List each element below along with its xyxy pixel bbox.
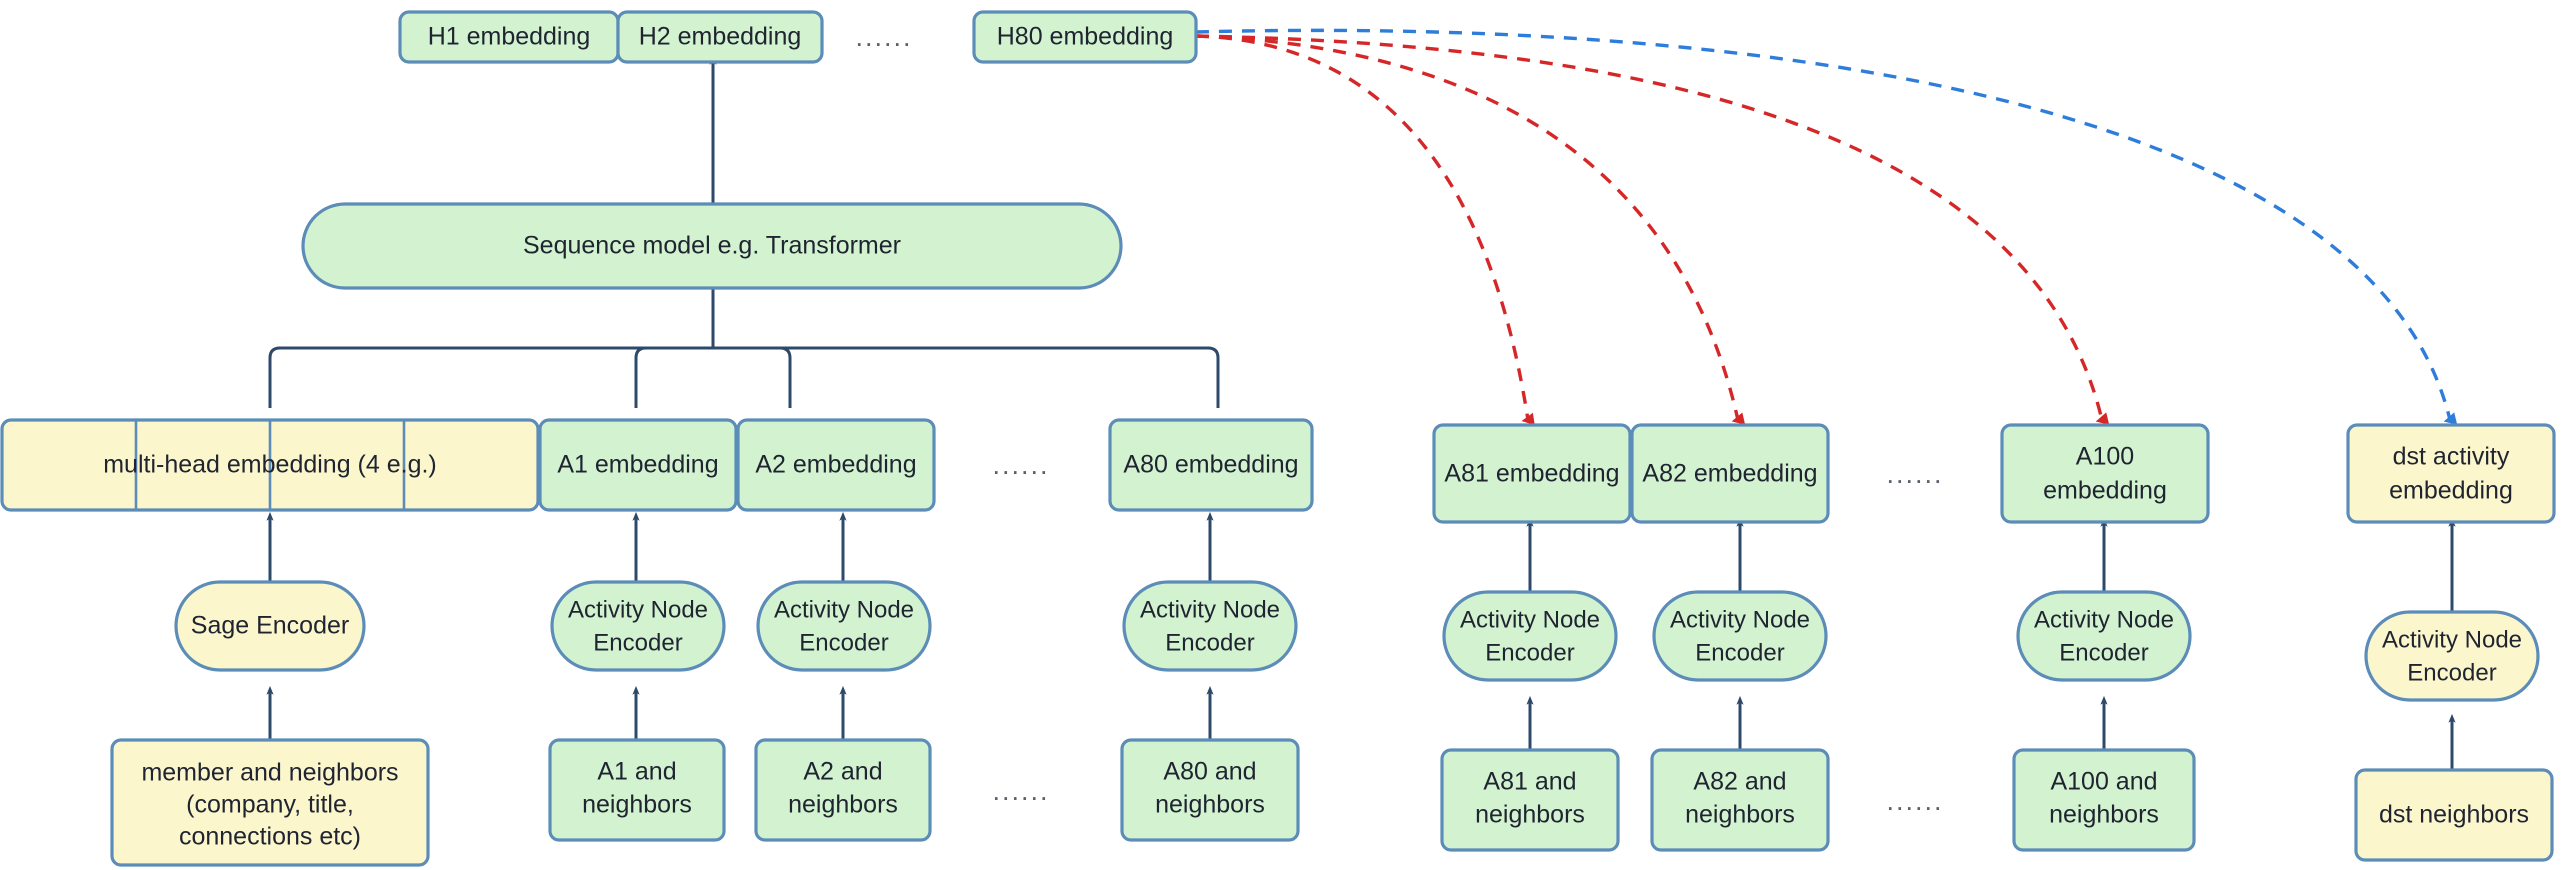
node-h2-embedding-label: H2 embedding [639, 23, 802, 51]
node-a80-input-line1: A80 and [1163, 758, 1256, 786]
node-a82-encoder-line2: Encoder [1695, 639, 1784, 666]
node-dst-activity-embedding[interactable]: dst activity embedding [2346, 423, 2556, 524]
node-dst-encoder-line1: Activity Node [2382, 626, 2522, 653]
node-a100-embedding-line2: embedding [2043, 477, 2167, 505]
architecture-diagram: H1 embedding H2 embedding ...... H80 emb… [0, 10, 2556, 867]
attention-edge-h80-to-a82 [1195, 34, 1746, 425]
node-a81-input-line2: neighbors [1475, 801, 1585, 829]
node-sage-encoder-label: Sage Encoder [191, 612, 349, 640]
node-sequence-model[interactable]: Sequence model e.g. Transformer [301, 202, 1123, 290]
node-a2-input[interactable]: A2 and neighbors [754, 738, 932, 842]
node-member-input[interactable]: member and neighbors (company, title, co… [110, 738, 430, 867]
node-a1-input[interactable]: A1 and neighbors [548, 738, 726, 842]
node-h2-embedding[interactable]: H2 embedding [616, 10, 824, 64]
node-sage-encoder[interactable]: Sage Encoder [174, 580, 366, 672]
node-a82-encoder[interactable]: Activity Node Encoder [1652, 590, 1828, 682]
ellipsis-embeddings-right: ...... [1886, 459, 1943, 489]
node-h80-embedding-label: H80 embedding [997, 23, 1174, 51]
ellipsis-inputs-right: ...... [1886, 786, 1943, 816]
node-a1-encoder-line2: Encoder [593, 629, 682, 656]
node-sequence-model-label: Sequence model e.g. Transformer [523, 232, 901, 260]
node-a1-embedding-label: A1 embedding [557, 451, 718, 479]
node-member-input-line3: connections etc) [179, 823, 361, 851]
attention-edge-h80-to-dst [1195, 28, 2458, 425]
node-a82-input[interactable]: A82 and neighbors [1650, 748, 1830, 852]
node-a81-embedding[interactable]: A81 embedding [1432, 423, 1632, 524]
node-a1-input-line2: neighbors [582, 791, 692, 819]
node-dst-encoder-line2: Encoder [2407, 659, 2496, 686]
node-a100-embedding-line1: A100 [2076, 443, 2134, 471]
node-a81-embedding-label: A81 embedding [1444, 460, 1619, 488]
node-a1-encoder[interactable]: Activity Node Encoder [550, 580, 726, 672]
node-a81-encoder-line2: Encoder [1485, 639, 1574, 666]
ellipsis-hidden-states: ...... [855, 22, 912, 52]
node-a80-encoder-line1: Activity Node [1140, 596, 1280, 623]
node-member-input-line2: (company, title, [186, 791, 354, 819]
node-dst-activity-embedding-line1: dst activity [2393, 443, 2510, 471]
node-a80-embedding-label: A80 embedding [1123, 451, 1298, 479]
node-a1-embedding[interactable]: A1 embedding [538, 418, 738, 512]
node-a2-encoder-line2: Encoder [799, 629, 888, 656]
attention-edge-h80-to-a81 [1195, 34, 1535, 426]
node-a80-input[interactable]: A80 and neighbors [1120, 738, 1300, 842]
node-a100-encoder-line2: Encoder [2059, 639, 2148, 666]
node-multihead-embedding-label: multi-head embedding (4 e.g.) [103, 451, 437, 479]
node-dst-input-line1: dst neighbors [2379, 801, 2529, 829]
node-a100-encoder[interactable]: Activity Node Encoder [2016, 590, 2192, 682]
node-multihead-embedding[interactable]: multi-head embedding (4 e.g.) [0, 418, 540, 512]
node-a100-encoder-line1: Activity Node [2034, 606, 2174, 633]
node-a81-input-line1: A81 and [1483, 768, 1576, 796]
node-a81-encoder[interactable]: Activity Node Encoder [1442, 590, 1618, 682]
node-member-input-line1: member and neighbors [141, 759, 398, 787]
node-h1-embedding-label: H1 embedding [428, 23, 591, 51]
node-dst-encoder[interactable]: Activity Node Encoder [2364, 610, 2540, 702]
node-a2-encoder-line1: Activity Node [774, 596, 914, 623]
node-a100-input[interactable]: A100 and neighbors [2012, 748, 2196, 852]
node-a82-input-line1: A82 and [1693, 768, 1786, 796]
node-a100-input-line1: A100 and [2050, 768, 2157, 796]
node-h80-embedding[interactable]: H80 embedding [972, 10, 1198, 64]
node-a81-encoder-line1: Activity Node [1460, 606, 1600, 633]
node-a81-input[interactable]: A81 and neighbors [1440, 748, 1620, 852]
node-a80-input-line2: neighbors [1155, 791, 1265, 819]
node-a80-encoder[interactable]: Activity Node Encoder [1122, 580, 1298, 672]
node-a80-embedding[interactable]: A80 embedding [1108, 418, 1314, 512]
node-a1-input-line1: A1 and [597, 758, 676, 786]
ellipsis-embeddings-left: ...... [992, 450, 1049, 480]
attention-edge-h80-to-a100 [1195, 34, 2110, 425]
node-a2-embedding[interactable]: A2 embedding [736, 418, 936, 512]
node-a82-embedding-label: A82 embedding [1642, 460, 1817, 488]
node-a82-encoder-line1: Activity Node [1670, 606, 1810, 633]
node-a2-encoder[interactable]: Activity Node Encoder [756, 580, 932, 672]
node-a2-input-line1: A2 and [803, 758, 882, 786]
node-a82-embedding[interactable]: A82 embedding [1630, 423, 1830, 524]
ellipsis-inputs-left: ...... [992, 776, 1049, 806]
node-a82-input-line2: neighbors [1685, 801, 1795, 829]
node-a100-embedding[interactable]: A100 embedding [2000, 423, 2210, 524]
node-a1-encoder-line1: Activity Node [568, 596, 708, 623]
node-a2-embedding-label: A2 embedding [755, 451, 916, 479]
node-dst-activity-embedding-line2: embedding [2389, 477, 2513, 505]
diagram-canvas: H1 embedding H2 embedding ...... H80 emb… [0, 0, 2576, 870]
node-a2-input-line2: neighbors [788, 791, 898, 819]
node-h1-embedding[interactable]: H1 embedding [398, 10, 620, 64]
node-a80-encoder-line2: Encoder [1165, 629, 1254, 656]
node-a100-input-line2: neighbors [2049, 801, 2159, 829]
node-dst-input[interactable]: dst neighbors [2354, 768, 2554, 862]
